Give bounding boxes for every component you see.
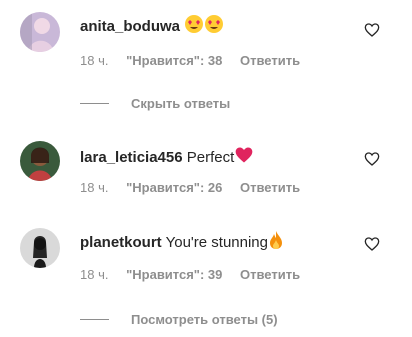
avatar[interactable]: [20, 141, 60, 181]
comment-username[interactable]: lara_leticia456: [80, 149, 183, 166]
avatar[interactable]: [20, 228, 60, 268]
reply-button[interactable]: Ответить: [240, 53, 300, 68]
comment-username[interactable]: planetkourt: [80, 234, 162, 251]
comment-likes-count[interactable]: "Нравится": 39: [126, 267, 222, 282]
avatar[interactable]: [20, 12, 60, 52]
comment-timestamp[interactable]: 18 ч.: [80, 53, 108, 68]
comment-timestamp[interactable]: 18 ч.: [80, 180, 108, 195]
comment-likes-count[interactable]: "Нравится": 38: [126, 53, 222, 68]
comment-text: You're stunning: [165, 234, 268, 251]
reply-button[interactable]: Ответить: [240, 180, 300, 195]
divider-dash: [80, 102, 109, 104]
red-heart-emoji: [234, 145, 254, 171]
comment-text: Perfect: [186, 149, 235, 166]
view-replies-button[interactable]: Посмотреть ответы (5): [80, 311, 278, 327]
hide-replies-label: Скрыть ответы: [131, 95, 231, 111]
hide-replies-button[interactable]: Скрыть ответы: [80, 95, 230, 111]
comment-username[interactable]: anita_boduwa: [80, 18, 180, 35]
divider-dash: [80, 318, 109, 320]
fire-emoji: [268, 230, 284, 256]
view-replies-label: Посмотреть ответы (5): [131, 311, 278, 327]
like-heart-icon[interactable]: [364, 236, 380, 252]
heart-eyes-emoji: [184, 14, 204, 40]
comment-timestamp[interactable]: 18 ч.: [80, 267, 108, 282]
like-heart-icon[interactable]: [364, 22, 380, 38]
comment-likes-count[interactable]: "Нравится": 26: [126, 180, 222, 195]
reply-button[interactable]: Ответить: [240, 267, 300, 282]
like-heart-icon[interactable]: [364, 151, 380, 167]
heart-eyes-emoji: [204, 14, 224, 40]
